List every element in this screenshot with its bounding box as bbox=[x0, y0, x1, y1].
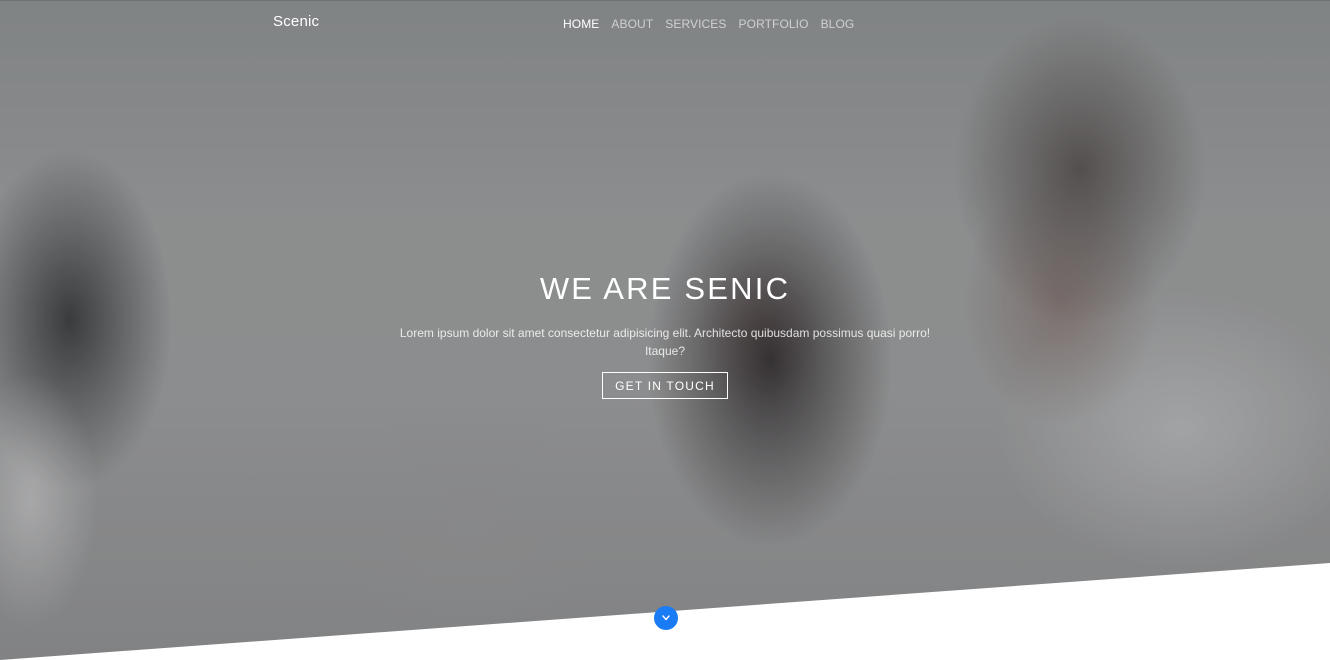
hero-title: WE ARE SENIC bbox=[539, 271, 791, 306]
scroll-down-button[interactable] bbox=[654, 606, 678, 630]
hero-content: WE ARE SENIC Lorem ipsum dolor sit amet … bbox=[0, 270, 1330, 399]
nav-item-blog: BLOG bbox=[821, 15, 855, 33]
nav-link-about[interactable]: ABOUT bbox=[611, 17, 653, 31]
nav-link-blog[interactable]: BLOG bbox=[821, 17, 855, 31]
nav-item-about: ABOUT bbox=[611, 15, 653, 33]
nav-item-home: HOME bbox=[563, 15, 599, 33]
brand-logo[interactable]: Scenic bbox=[273, 13, 319, 30]
hero-description: Lorem ipsum dolor sit amet consectetur a… bbox=[399, 326, 931, 358]
hero-section: Scenic HOME ABOUT SERVICES PORTFOLIO BLO… bbox=[0, 0, 1330, 660]
nav-menu: HOME ABOUT SERVICES PORTFOLIO BLOG bbox=[563, 15, 854, 33]
navbar: Scenic HOME ABOUT SERVICES PORTFOLIO BLO… bbox=[0, 0, 1330, 44]
nav-link-home[interactable]: HOME bbox=[563, 17, 599, 31]
nav-item-services: SERVICES bbox=[665, 15, 726, 33]
nav-item-portfolio: PORTFOLIO bbox=[739, 15, 809, 33]
chevron-down-icon bbox=[661, 614, 671, 622]
nav-link-services[interactable]: SERVICES bbox=[665, 17, 726, 31]
nav-link-portfolio[interactable]: PORTFOLIO bbox=[739, 17, 809, 31]
get-in-touch-button[interactable]: GET IN TOUCH bbox=[602, 372, 728, 399]
